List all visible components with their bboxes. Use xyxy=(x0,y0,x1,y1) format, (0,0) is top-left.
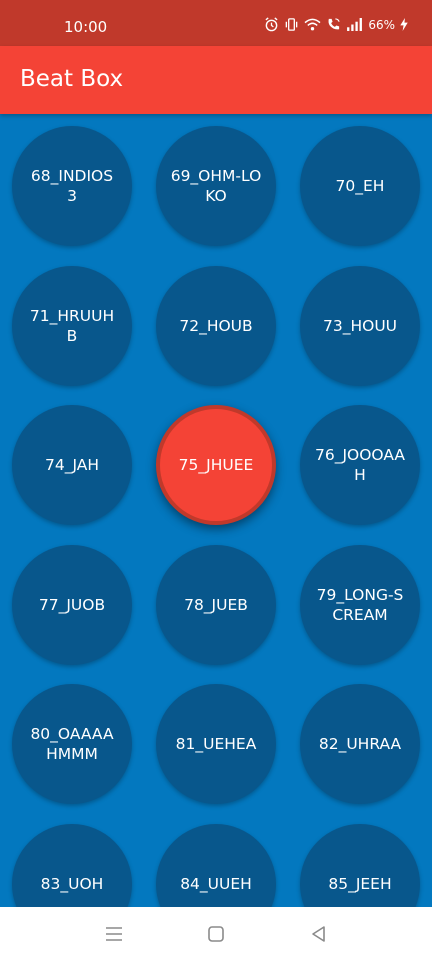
sound-button[interactable]: 80_OAAAAHMMM xyxy=(12,684,132,804)
signal-icon xyxy=(347,18,363,31)
sound-grid: 68_INDIOS3 69_OHM-LOKO 70_EH 71_HRUUHB 72_HO… xyxy=(0,114,432,907)
sound-button[interactable]: 81_UEHEA xyxy=(156,684,276,804)
app-title: Beat Box xyxy=(20,66,124,92)
sound-button-label: 73_HOUU xyxy=(322,317,398,335)
sound-button-label: 79_LONG-SCREAM xyxy=(316,586,404,624)
sound-button[interactable]: 73_HOUU xyxy=(300,266,420,386)
sound-button-label: 74_JAH xyxy=(44,456,100,474)
sound-button[interactable]: 70_EH xyxy=(300,126,420,246)
sound-button[interactable]: 78_JUEB xyxy=(156,545,276,665)
sound-button-label: 68_INDIOS3 xyxy=(30,167,114,205)
sound-button[interactable]: 83_UOH xyxy=(12,824,132,907)
sound-button-label: 81_UEHEA xyxy=(175,735,257,753)
sound-button-label: 77_JUOB xyxy=(38,596,106,614)
sound-button[interactable]: 77_JUOB xyxy=(12,545,132,665)
sound-button-label: 71_HRUUHB xyxy=(29,307,115,345)
sound-button[interactable]: 82_UHRAA xyxy=(300,684,420,804)
status-icons: 66% xyxy=(264,17,408,32)
sound-button[interactable]: 74_JAH xyxy=(12,405,132,525)
sound-button-label: 69_OHM-LOKO xyxy=(170,167,262,205)
status-time: 10:00 xyxy=(64,18,108,36)
sound-button-label: 72_HOUB xyxy=(179,317,253,335)
sound-button-label: 82_UHRAA xyxy=(318,735,402,753)
sound-button-label: 76_JOOOAAH xyxy=(314,446,405,484)
status-bar: 10:00 66% xyxy=(0,0,432,46)
home-square-icon[interactable] xyxy=(205,923,227,945)
sound-button-label: 85_JEEH xyxy=(328,875,392,893)
sound-button[interactable]: 71_HRUUHB xyxy=(12,266,132,386)
sound-button-label: 80_OAAAAHMMM xyxy=(30,725,114,763)
battery-percent: 66% xyxy=(368,17,395,32)
sound-button[interactable]: 75_JHUEE xyxy=(156,405,276,525)
sound-button-label: 83_UOH xyxy=(40,875,104,893)
sound-button-label: 75_JHUEE xyxy=(178,456,254,474)
sound-button[interactable]: 79_LONG-SCREAM xyxy=(300,545,420,665)
alarm-icon xyxy=(265,17,278,32)
navigation-bar xyxy=(0,907,432,960)
sound-button-label: 84_UUEH xyxy=(180,875,252,893)
charging-icon xyxy=(400,18,408,31)
sound-button[interactable]: 76_JOOOAAH xyxy=(300,405,420,525)
app-bar: Beat Box xyxy=(0,46,432,114)
sound-button-label: 78_JUEB xyxy=(184,596,248,614)
sound-button-label: 70_EH xyxy=(335,177,385,195)
sound-button[interactable]: 69_OHM-LOKO xyxy=(156,126,276,246)
menu-icon[interactable] xyxy=(103,923,125,945)
vibrate-icon xyxy=(286,18,298,31)
sound-button[interactable]: 84_UUEH xyxy=(156,824,276,907)
wifi-calling-icon xyxy=(328,18,340,30)
back-triangle-icon[interactable] xyxy=(308,923,330,945)
sound-button[interactable]: 85_JEEH xyxy=(300,824,420,907)
sound-button[interactable]: 68_INDIOS3 xyxy=(12,126,132,246)
sound-button[interactable]: 72_HOUB xyxy=(156,266,276,386)
wifi-icon xyxy=(304,18,321,31)
